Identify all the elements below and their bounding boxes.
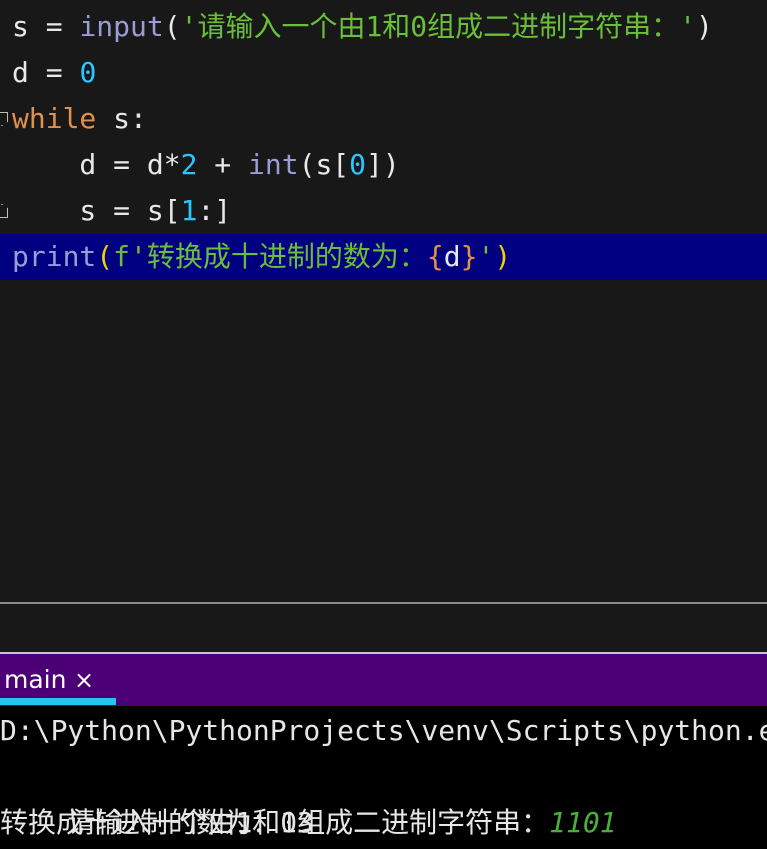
code-text: d = d*2 + int(s[0]) xyxy=(12,142,400,188)
code-token: ( xyxy=(163,10,181,43)
code-token: d xyxy=(12,56,29,89)
code-line[interactable]: s = input('请输入一个由1和0组成二进制字符串：') xyxy=(0,4,767,50)
code-token: 0 xyxy=(349,148,367,181)
code-line[interactable]: d = d*2 + int(s[0]) xyxy=(0,142,767,188)
panel-gap xyxy=(0,604,767,652)
fold-open-icon[interactable] xyxy=(0,112,8,126)
code-token: print xyxy=(12,240,97,273)
code-text: print(f'转换成十进制的数为：{d}') xyxy=(12,234,511,280)
code-token: ( xyxy=(96,240,114,273)
code-token: { xyxy=(426,240,444,273)
code-editor[interactable]: s = input('请输入一个由1和0组成二进制字符串：') d = 0 whil… xyxy=(0,0,767,602)
console-command-line: D:\Python\PythonProjects\venv\Scripts\py… xyxy=(0,714,767,747)
code-token: '请输入一个由1和0组成二进制字符串：' xyxy=(180,10,697,43)
code-text: while s: xyxy=(12,96,147,142)
code-token: s xyxy=(12,10,29,43)
code-text: s = s[1:] xyxy=(12,188,231,234)
code-token: f'转换成十进制的数为： xyxy=(113,240,427,273)
code-token: :] xyxy=(197,194,232,227)
code-token: s: xyxy=(96,102,147,135)
active-tab-indicator xyxy=(0,698,116,705)
code-token: ) xyxy=(494,240,512,273)
code-token: d = d* xyxy=(12,148,181,181)
code-token: ' xyxy=(477,240,495,273)
code-token: = xyxy=(28,56,80,89)
code-line[interactable]: d = 0 xyxy=(0,50,767,96)
console-user-input: 1101 xyxy=(549,806,617,839)
console-result-line: 转换成十进制的数为：13 xyxy=(0,806,314,839)
code-token: input xyxy=(79,10,164,43)
code-token: 2 xyxy=(180,148,198,181)
fold-end-icon[interactable] xyxy=(0,204,8,218)
code-token: = xyxy=(28,10,80,43)
code-text: d = 0 xyxy=(12,50,96,96)
run-console[interactable]: D:\Python\PythonProjects\venv\Scripts\py… xyxy=(0,706,767,849)
code-token: } xyxy=(460,240,478,273)
code-token: + xyxy=(197,148,249,181)
code-token: int xyxy=(248,148,299,181)
code-token: ]) xyxy=(366,148,400,181)
code-token: 0 xyxy=(79,56,97,89)
code-token: while xyxy=(12,102,97,135)
code-line[interactable]: s = s[1:] xyxy=(0,188,767,234)
code-token: (s[ xyxy=(298,148,350,181)
console-prompt-line: 请输入一个由1和0组成二进制字符串：1101 xyxy=(0,754,616,839)
code-token: ) xyxy=(696,10,713,43)
code-token: d xyxy=(443,240,461,273)
code-token: 1 xyxy=(180,194,198,227)
code-text: s = input('请输入一个由1和0组成二进制字符串：') xyxy=(12,4,713,50)
code-line[interactable]: while s: xyxy=(0,96,767,142)
code-token: s = s[ xyxy=(12,194,181,227)
code-line-current[interactable]: print(f'转换成十进制的数为：{d}') xyxy=(0,234,767,280)
